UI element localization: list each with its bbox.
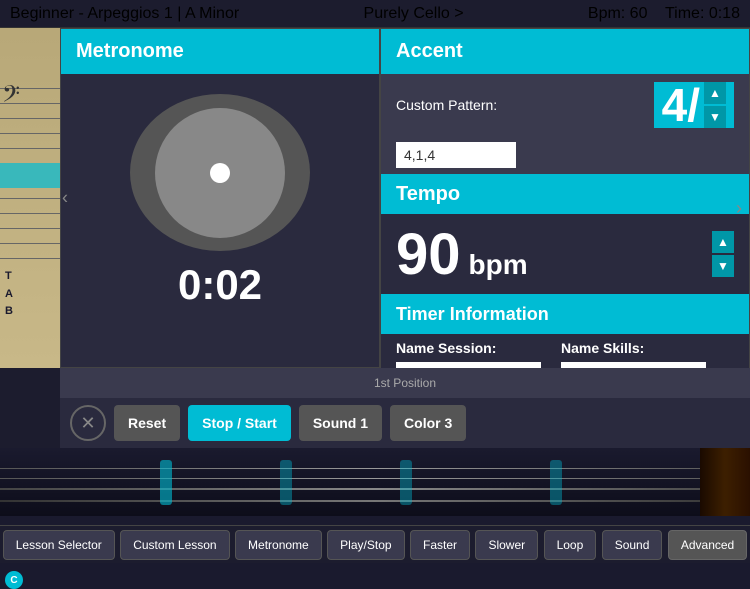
tempo-unit: bpm bbox=[469, 249, 528, 281]
sound-toolbar-button[interactable]: Sound bbox=[602, 530, 663, 560]
timer-labels-row: Name Session: Name Skills: bbox=[381, 334, 749, 358]
strings-area bbox=[0, 448, 750, 516]
tempo-value: 90 bbox=[396, 221, 461, 288]
staff-line bbox=[0, 148, 60, 149]
faster-button[interactable]: Faster bbox=[410, 530, 470, 560]
play-stop-button[interactable]: Play/Stop bbox=[327, 530, 404, 560]
metronome-circle-inner bbox=[155, 108, 285, 238]
note-text: TAB bbox=[5, 268, 13, 321]
pattern-value: 4/ bbox=[662, 82, 700, 128]
close-button[interactable]: ✕ bbox=[70, 405, 106, 441]
stop-start-button[interactable]: Stop / Start bbox=[188, 405, 291, 441]
metronome-circle-outer bbox=[130, 94, 310, 251]
finger-mark-1 bbox=[160, 460, 172, 505]
controls-bar: ✕ Reset Stop / Start Sound 1 Color 3 bbox=[60, 398, 750, 448]
cello-neck bbox=[700, 448, 750, 516]
metronome-title: Metronome bbox=[61, 29, 379, 74]
staff-line bbox=[0, 133, 60, 134]
string-3 bbox=[0, 488, 750, 490]
tempo-title: Tempo bbox=[396, 183, 460, 206]
lesson-selector-button[interactable]: Lesson Selector bbox=[3, 530, 115, 560]
staff-line bbox=[0, 258, 60, 259]
pattern-input[interactable] bbox=[396, 142, 516, 168]
pattern-input-row bbox=[381, 136, 749, 174]
staff-line bbox=[0, 118, 60, 119]
tempo-value-group: 90 bpm bbox=[396, 221, 528, 288]
left-nav-arrow[interactable]: ‹ bbox=[62, 188, 68, 209]
tempo-arrows: ▲ ▼ bbox=[712, 231, 734, 277]
position-bar: 1st Position bbox=[60, 368, 750, 398]
time-display: Time: 0:18 bbox=[665, 5, 740, 22]
string-4 bbox=[0, 500, 750, 502]
sheet-display: 𝄢 TAB bbox=[0, 28, 60, 368]
right-nav-arrow[interactable]: › bbox=[736, 198, 742, 219]
name-skills-label: Name Skills: bbox=[561, 340, 706, 356]
accent-title: Accent bbox=[396, 40, 463, 63]
top-bar: Beginner - Arpeggios 1 | A Minor Purely … bbox=[0, 0, 750, 28]
staff-line bbox=[0, 198, 60, 199]
name-session-label: Name Session: bbox=[396, 340, 541, 356]
pattern-up-button[interactable]: ▲ bbox=[704, 82, 726, 104]
accent-section: Accent bbox=[381, 29, 749, 74]
pattern-display: 4/ ▲ ▼ bbox=[654, 82, 734, 128]
timer-info-title: Timer Information bbox=[396, 304, 549, 325]
staff-line bbox=[0, 228, 60, 229]
pattern-down-button[interactable]: ▼ bbox=[704, 106, 726, 128]
bottom-toolbar: Lesson Selector Custom Lesson Metronome … bbox=[0, 525, 750, 563]
top-bar-right: Bpm: 60 Time: 0:18 bbox=[588, 5, 740, 23]
sound-button[interactable]: Sound 1 bbox=[299, 405, 382, 441]
tempo-display-row: 90 bpm ▲ ▼ bbox=[381, 214, 749, 294]
top-bar-left: Beginner - Arpeggios 1 | A Minor bbox=[10, 5, 239, 23]
metronome-display: 0:02 bbox=[61, 74, 379, 329]
loop-button[interactable]: Loop bbox=[544, 530, 597, 560]
tempo-down-button[interactable]: ▼ bbox=[712, 255, 734, 277]
metronome-time-display: 0:02 bbox=[178, 261, 262, 309]
string-2 bbox=[0, 478, 750, 479]
advanced-button[interactable]: Advanced bbox=[668, 530, 747, 560]
metronome-panel: Metronome 0:02 bbox=[60, 28, 380, 368]
finger-mark-2 bbox=[280, 460, 292, 505]
staff-line bbox=[0, 213, 60, 214]
bpm-display: Bpm: 60 bbox=[588, 5, 648, 22]
finger-mark-4 bbox=[550, 460, 562, 505]
color-button[interactable]: Color 3 bbox=[390, 405, 466, 441]
position-text: 1st Position bbox=[374, 376, 436, 390]
main-area: 𝄢 TAB A D G C Metronome 0:02 bbox=[0, 28, 750, 518]
metronome-button[interactable]: Metronome bbox=[235, 530, 322, 560]
finger-mark-3 bbox=[400, 460, 412, 505]
note-c: C bbox=[5, 571, 23, 589]
custom-pattern-row: Custom Pattern: 4/ ▲ ▼ bbox=[381, 74, 749, 136]
custom-pattern-label: Custom Pattern: bbox=[396, 97, 644, 113]
top-bar-center: Purely Cello > bbox=[364, 5, 464, 23]
slower-button[interactable]: Slower bbox=[475, 530, 538, 560]
timer-info-section: Timer Information bbox=[381, 294, 749, 334]
staff-line bbox=[0, 243, 60, 244]
reset-button[interactable]: Reset bbox=[114, 405, 180, 441]
custom-lesson-button[interactable]: Custom Lesson bbox=[120, 530, 229, 560]
bass-clef: 𝄢 bbox=[2, 83, 20, 111]
pattern-arrows: ▲ ▼ bbox=[704, 82, 726, 128]
tempo-section: Tempo bbox=[381, 174, 749, 214]
position-highlight bbox=[0, 163, 60, 188]
tempo-up-button[interactable]: ▲ bbox=[712, 231, 734, 253]
string-1 bbox=[0, 468, 750, 469]
metronome-dot bbox=[210, 163, 230, 183]
right-panel: Accent Custom Pattern: 4/ ▲ ▼ Tempo 90 bbox=[380, 28, 750, 368]
